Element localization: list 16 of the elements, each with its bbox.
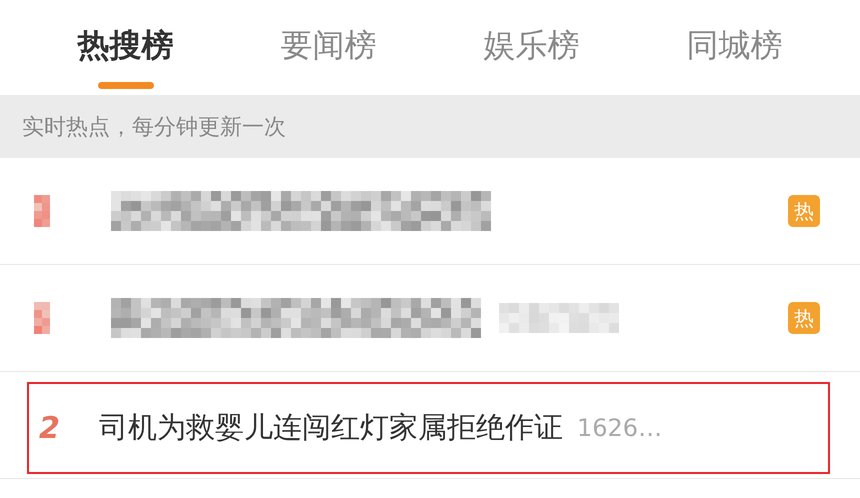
pixelated-rank-drawing <box>34 302 50 334</box>
tab-underline <box>98 82 154 89</box>
rank-number: 2 <box>38 410 61 446</box>
topic-title[interactable]: 司机为救婴儿连闯红灯家属拒绝作证 <box>99 408 563 448</box>
highlighted-row[interactable]: 2 司机为救婴儿连闯红灯家属拒绝作证 1626… <box>27 382 830 474</box>
tab[interactable]: 要闻榜 <box>227 0 430 95</box>
tab[interactable]: 同城榜 <box>633 0 836 95</box>
pixelated-rank-drawing <box>34 195 50 227</box>
heat-count: 1626… <box>577 414 662 442</box>
hot-badge: 热 <box>788 302 820 334</box>
hot-badge: 热 <box>788 195 820 227</box>
tab[interactable]: 娱乐榜 <box>430 0 633 95</box>
topic-row[interactable]: 热 <box>27 272 830 364</box>
notice-bar: 实时热点，每分钟更新一次 <box>0 95 860 158</box>
topic-row[interactable]: 热 <box>27 165 830 257</box>
tab[interactable]: 热搜榜 <box>24 0 227 95</box>
